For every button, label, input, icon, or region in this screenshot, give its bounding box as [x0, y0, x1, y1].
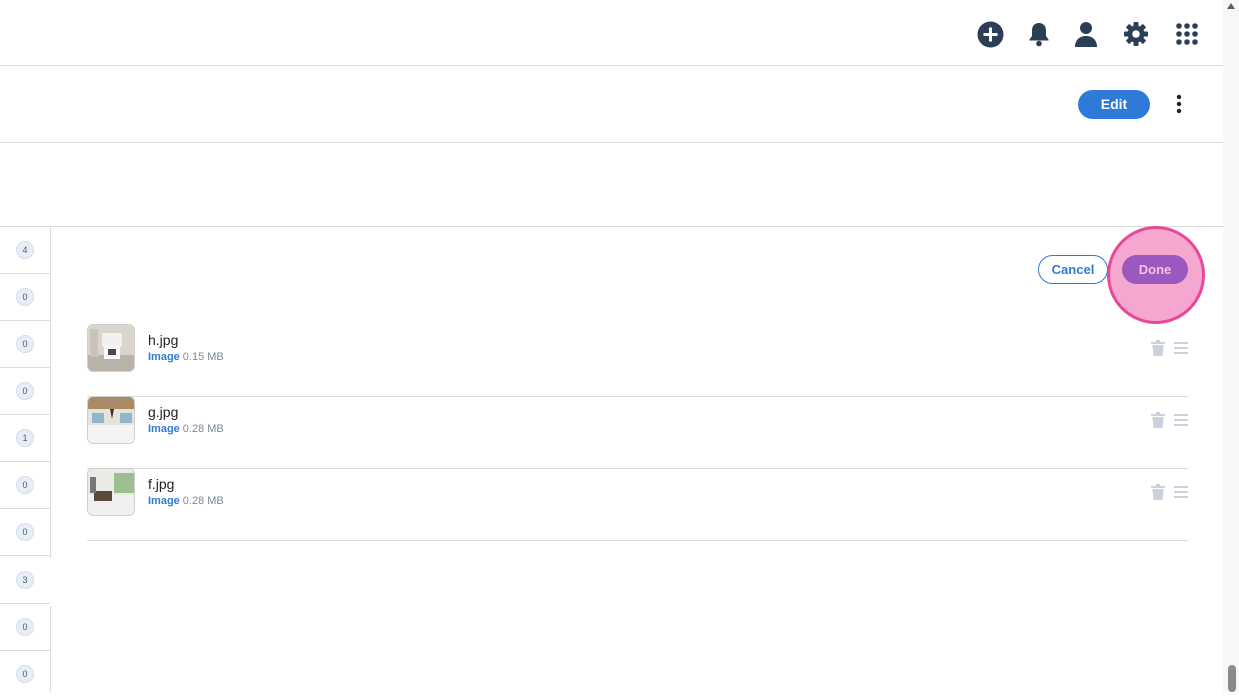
file-name: g.jpg: [148, 404, 179, 420]
file-meta: Image 0.28 MB: [148, 423, 224, 435]
top-navigation-bar: [0, 0, 1223, 66]
file-name: f.jpg: [148, 476, 175, 492]
count-badge: 0: [16, 523, 34, 541]
count-cell[interactable]: 0: [0, 274, 50, 321]
column-divider: [50, 606, 51, 692]
page-toolbar: [0, 66, 1223, 143]
count-badge: 0: [16, 382, 34, 400]
count-cell[interactable]: 1: [0, 415, 50, 462]
count-badge: 0: [16, 618, 34, 636]
vertical-scrollbar[interactable]: [1223, 0, 1239, 692]
scrollbar-thumb[interactable]: [1228, 665, 1236, 692]
count-cell[interactable]: 0: [0, 462, 50, 509]
drag-handle-icon[interactable]: [1173, 412, 1189, 428]
file-meta: Image 0.15 MB: [148, 351, 224, 363]
file-size: 0.28 MB: [182, 495, 224, 507]
file-kind: Image: [148, 351, 180, 363]
file-row: h.jpg Image 0.15 MB: [87, 324, 1188, 397]
count-badge: 3: [16, 571, 34, 589]
more-options-icon[interactable]: [1170, 92, 1188, 116]
scroll-up-arrow-icon[interactable]: [1227, 3, 1235, 9]
file-name: h.jpg: [148, 332, 179, 348]
done-button[interactable]: Done: [1122, 255, 1188, 284]
count-cell[interactable]: 4: [0, 227, 50, 274]
count-cell[interactable]: 0: [0, 509, 50, 556]
add-circle-icon[interactable]: [976, 20, 1004, 48]
file-size: 0.15 MB: [182, 351, 224, 363]
column-divider: [50, 227, 51, 558]
count-cell[interactable]: 0: [0, 368, 50, 415]
file-kind: Image: [148, 495, 180, 507]
cancel-button[interactable]: Cancel: [1038, 255, 1108, 284]
trash-icon[interactable]: [1151, 412, 1165, 428]
file-size: 0.28 MB: [182, 423, 224, 435]
file-kind: Image: [148, 423, 180, 435]
edit-button[interactable]: Edit: [1078, 90, 1150, 119]
count-badge: 1: [16, 429, 34, 447]
count-cell[interactable]: 0: [0, 651, 50, 697]
count-badge: 0: [16, 476, 34, 494]
image-thumbnail: [87, 396, 135, 444]
image-thumbnail: [87, 324, 135, 372]
file-meta: Image 0.28 MB: [148, 495, 224, 507]
file-row: g.jpg Image 0.28 MB: [87, 396, 1188, 469]
count-badge: 0: [16, 335, 34, 353]
user-icon[interactable]: [1072, 20, 1100, 48]
drag-handle-icon[interactable]: [1173, 340, 1189, 356]
count-cell[interactable]: 3: [0, 557, 50, 604]
count-cell[interactable]: 0: [0, 321, 50, 368]
count-badge: 4: [16, 241, 34, 259]
count-badge: 0: [16, 288, 34, 306]
count-badge: 0: [16, 665, 34, 683]
content-header-band: [0, 143, 1223, 227]
file-row: f.jpg Image 0.28 MB: [87, 468, 1188, 541]
trash-icon[interactable]: [1151, 484, 1165, 500]
apps-grid-icon[interactable]: [1173, 20, 1201, 48]
gear-icon[interactable]: [1122, 20, 1150, 48]
bell-icon[interactable]: [1025, 20, 1053, 48]
drag-handle-icon[interactable]: [1173, 484, 1189, 500]
left-count-column: 4 0 0 0 1 0 0 3 0 0: [0, 227, 51, 692]
count-cell[interactable]: 0: [0, 604, 50, 651]
image-thumbnail: [87, 468, 135, 516]
trash-icon[interactable]: [1151, 340, 1165, 356]
